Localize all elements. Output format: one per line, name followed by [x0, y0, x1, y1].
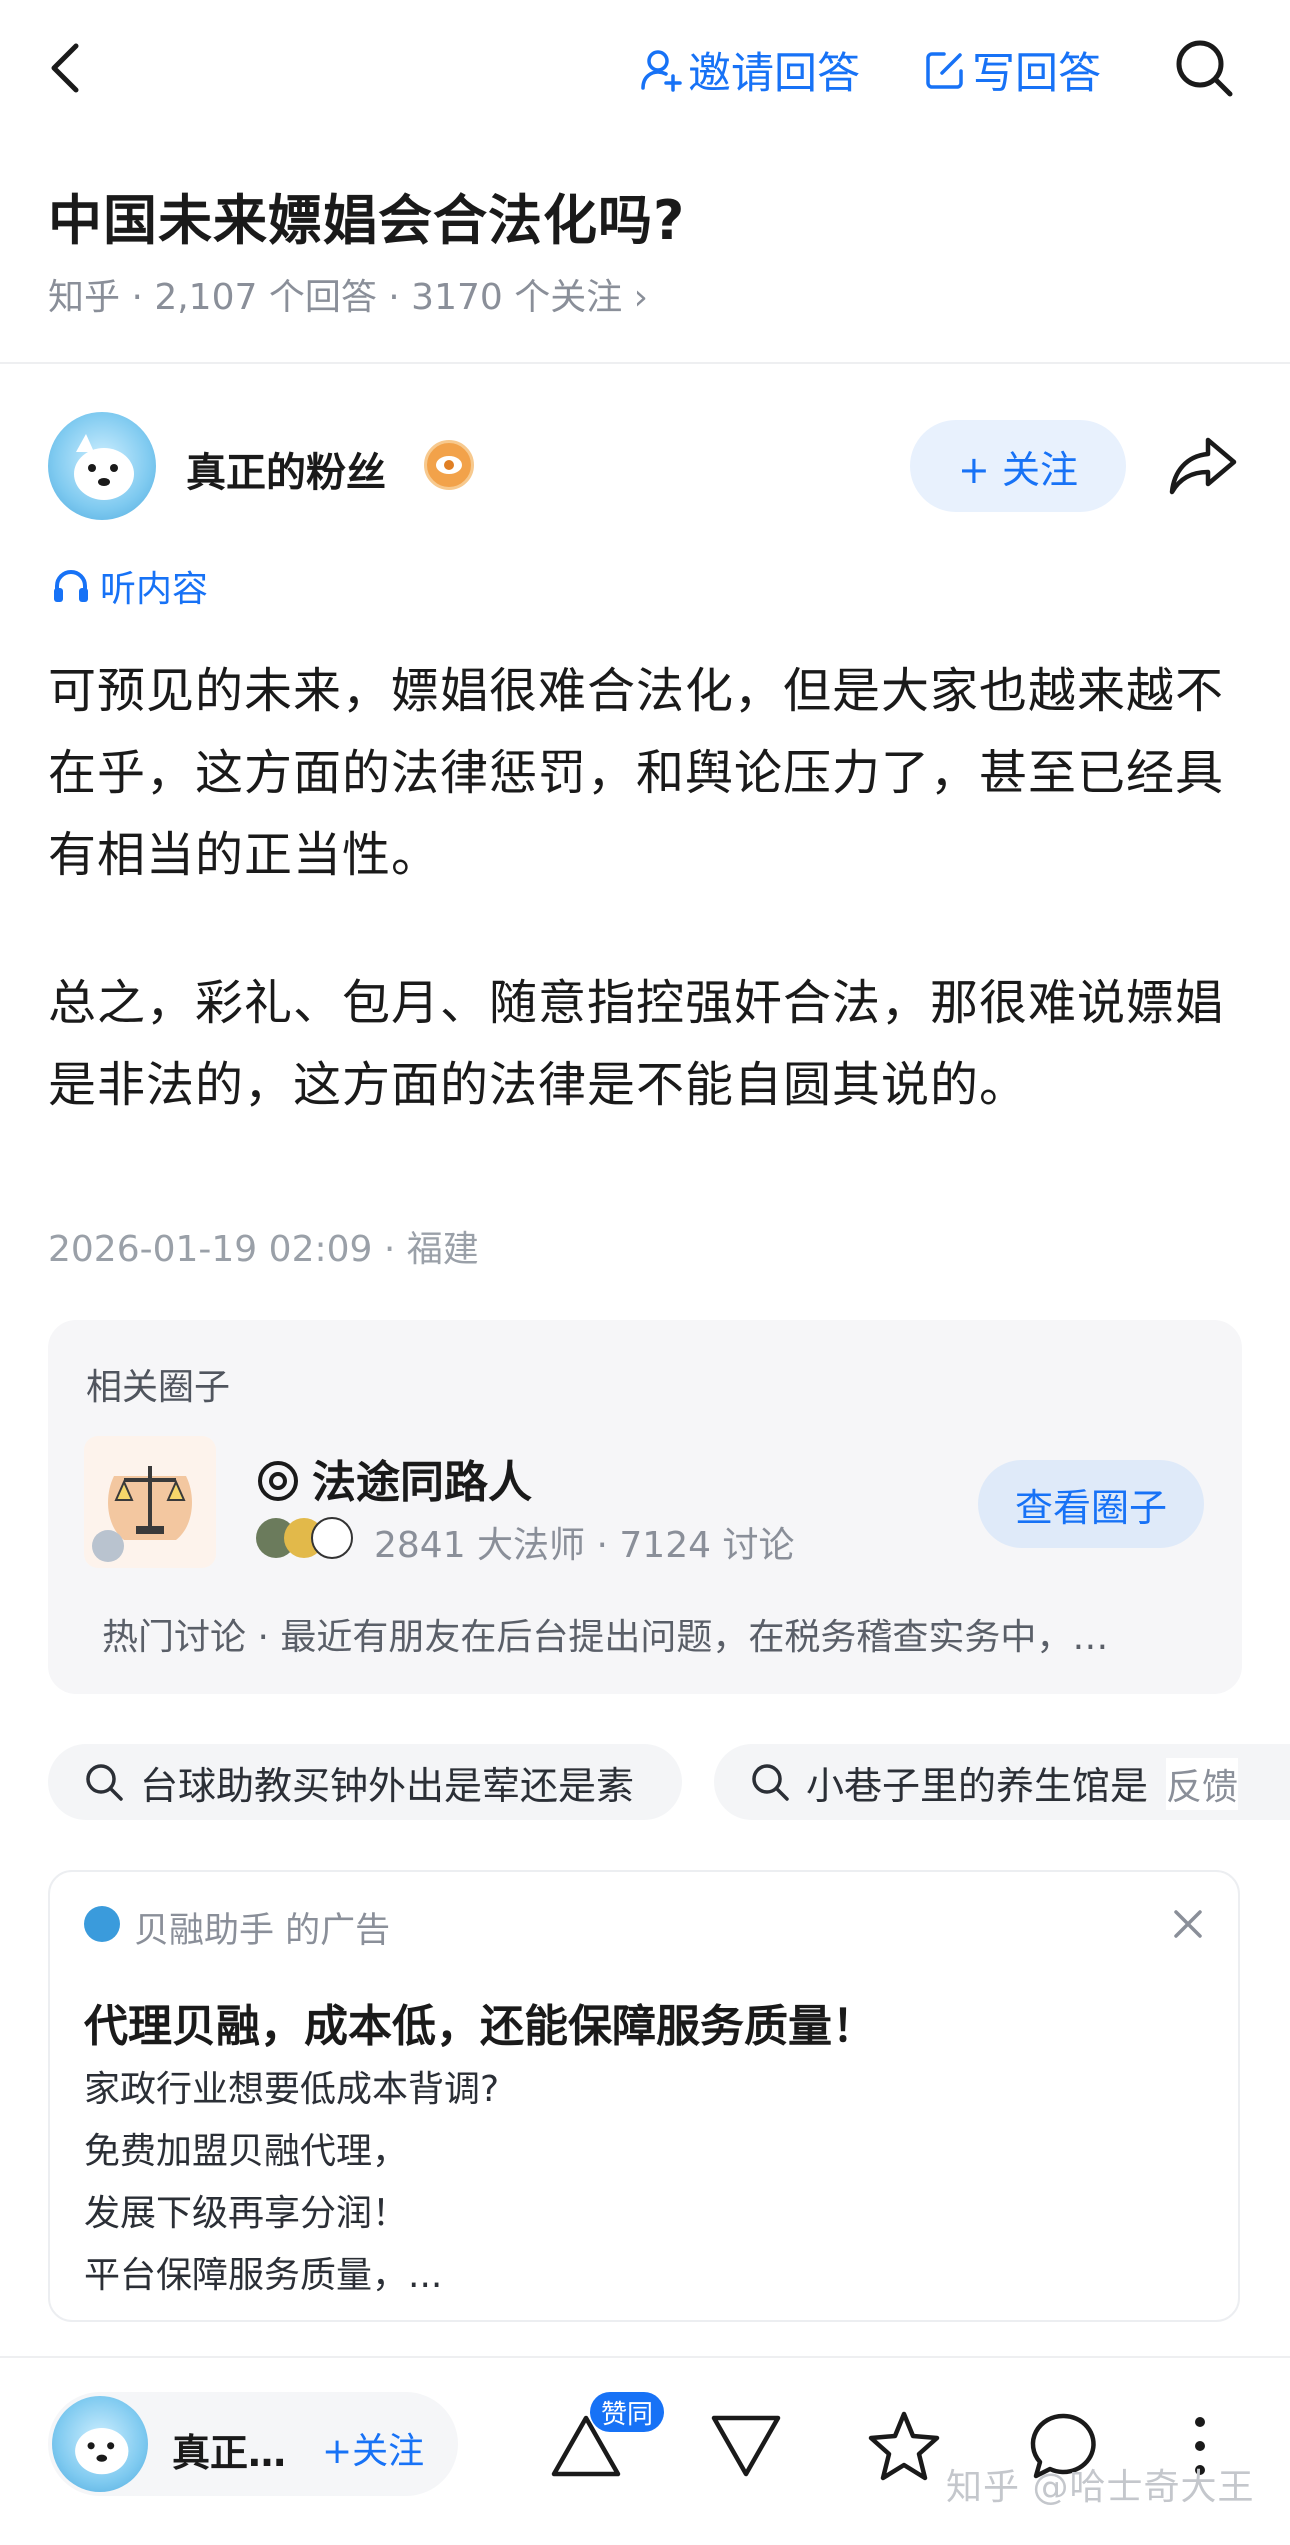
invite-answer-button[interactable]: 邀请回答 [640, 40, 860, 100]
scales-of-justice-icon [92, 1466, 192, 1562]
write-answer-label: 写回答 [972, 49, 1101, 99]
husky-avatar-icon [74, 434, 134, 500]
invite-user-icon [641, 50, 682, 92]
back-arrow-icon[interactable] [46, 40, 86, 96]
post-timestamp-location: 2026-01-19 02:09 · 福建 [48, 1229, 479, 1270]
circle-stats: 2841 大法师 · 7124 讨论 [374, 1525, 795, 1566]
headphones-icon [54, 570, 88, 602]
view-circle-button[interactable]: 查看圈子 [978, 1460, 1204, 1548]
upvote-badge: 赞同 [590, 2392, 664, 2432]
bottom-follow-button[interactable]: +关注 [322, 2422, 424, 2474]
circle-name[interactable]: 法途同路人 [256, 1446, 532, 1510]
question-title[interactable]: 中国未来嫖娼会合法化吗? [48, 176, 685, 255]
bottom-author-name: 真正… [172, 2431, 287, 2475]
invite-answer-label: 邀请回答 [688, 49, 860, 99]
advertiser-logo-icon [84, 1906, 120, 1942]
question-meta[interactable]: 知乎 · 2,107 个回答 · 3170 个关注 › [48, 268, 648, 320]
feedback-button[interactable]: 反馈 [1166, 1758, 1239, 1810]
ad-line: 发展下级再享分润！ [84, 2193, 409, 2234]
write-answer-button[interactable]: 写回答 [924, 40, 1101, 100]
star-favorite-icon[interactable] [866, 2408, 942, 2484]
divider [0, 362, 1290, 364]
watermark: 知乎 @哈士奇大王 [946, 2467, 1255, 2508]
search-icon [86, 1764, 123, 1801]
circle-name-label: 法途同路人 [312, 1457, 532, 1508]
ad-line: 免费加盟贝融代理， [84, 2131, 409, 2172]
search-suggestion-text: 小巷子里的养生馆是 [806, 1763, 1149, 1808]
circle-thumbnail[interactable] [84, 1436, 216, 1568]
search-suggestion-text: 台球助教买钟外出是荤还是素 [140, 1763, 635, 1808]
author-avatar[interactable] [48, 412, 156, 520]
ad-line: 家政行业想要低成本背调? [84, 2069, 500, 2110]
close-icon[interactable] [1168, 1904, 1208, 1944]
follow-button[interactable]: + 关注 [910, 420, 1126, 512]
answer-paragraph: 总之，彩礼、包月、随意指控强奸合法，那很难说嫖娼是非法的，这方面的法律是不能自圆… [48, 975, 1225, 1113]
search-icon[interactable] [1172, 36, 1236, 100]
hot-discussion[interactable]: 热门讨论 · 最近有朋友在后台提出问题，在税务稽查实务中，… [102, 1608, 1202, 1660]
listen-content-button[interactable]: 听内容 [52, 560, 208, 612]
husky-avatar-icon [75, 2428, 129, 2475]
eye-badge-icon [424, 440, 474, 490]
downvote-icon[interactable] [708, 2408, 784, 2484]
share-icon[interactable] [1168, 432, 1240, 498]
bottom-author-avatar[interactable] [52, 2396, 148, 2492]
ad-line: 平台保障服务质量，... [84, 2255, 443, 2296]
search-suggestion-chip[interactable]: 台球助教买钟外出是荤还是素 [48, 1744, 682, 1820]
search-icon [752, 1764, 789, 1801]
circle-target-icon [258, 1461, 298, 1501]
circle-section-label: 相关圈子 [86, 1367, 231, 1408]
ad-title[interactable]: 代理贝融，成本低，还能保障服务质量！ [84, 1990, 876, 2054]
member-avatars [256, 1517, 353, 1559]
listen-content-label: 听内容 [100, 569, 209, 610]
edit-icon [926, 52, 963, 89]
author-name[interactable]: 真正的粉丝 [186, 440, 386, 498]
answer-paragraph: 可预见的未来，嫖娼很难合法化，但是大家也越来越不在乎，这方面的法律惩罚，和舆论压… [48, 663, 1225, 883]
ad-source: 贝融助手 的广告 [134, 1911, 391, 1951]
